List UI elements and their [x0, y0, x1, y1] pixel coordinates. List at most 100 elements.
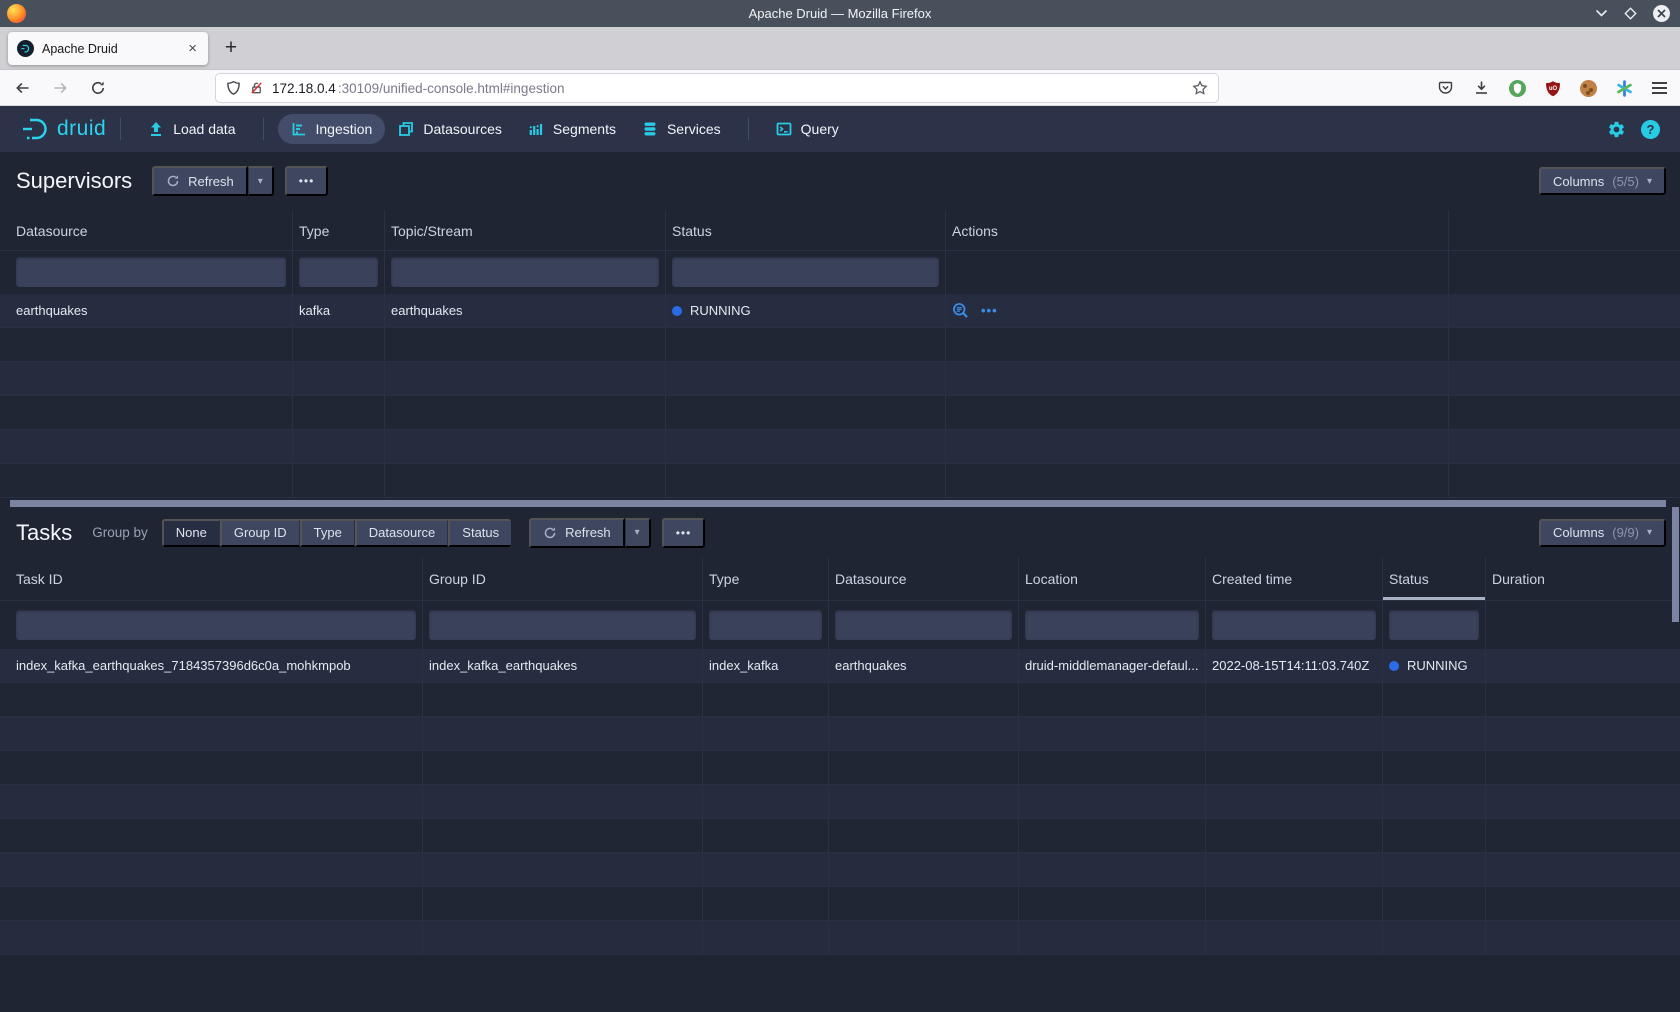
column-header-task-id[interactable]: Task ID	[10, 558, 423, 600]
tracking-shield-icon[interactable]	[226, 80, 241, 96]
group-by-none-button[interactable]: None	[162, 519, 220, 547]
nav-divider	[120, 118, 121, 140]
ublock-icon[interactable]: uO	[1545, 80, 1561, 97]
status-filter-input[interactable]	[672, 257, 939, 287]
column-header-duration[interactable]: Duration	[1486, 558, 1680, 600]
column-header-location[interactable]: Location	[1019, 558, 1206, 600]
empty-cell	[10, 785, 423, 818]
empty-cell	[385, 464, 666, 497]
type-filter-input[interactable]	[299, 257, 378, 287]
empty-cell	[1383, 887, 1486, 920]
empty-cell	[385, 396, 666, 429]
column-header-actions[interactable]: Actions	[946, 210, 1449, 250]
tasks-columns-button[interactable]: Columns (9/9) ▾	[1539, 519, 1666, 547]
vertical-scrollbar[interactable]	[1672, 507, 1679, 622]
supervisor-type: kafka	[293, 294, 385, 327]
minimize-icon[interactable]	[1595, 9, 1608, 18]
query-console-icon	[776, 121, 792, 137]
downloads-icon[interactable]	[1473, 80, 1490, 96]
column-header-datasource[interactable]: Datasource	[10, 210, 293, 250]
browser-tab-apache-druid[interactable]: Apache Druid ×	[8, 32, 208, 65]
empty-cell	[829, 853, 1019, 886]
group-id-filter-input[interactable]	[429, 610, 696, 640]
tasks-filter-row	[0, 601, 1680, 649]
insecure-lock-icon[interactable]	[249, 80, 264, 96]
group-by-group-id-button[interactable]: Group ID	[220, 519, 300, 547]
group-by-datasource-button[interactable]: Datasource	[355, 519, 448, 547]
empty-cell	[1486, 751, 1680, 784]
new-tab-button[interactable]: +	[216, 34, 246, 64]
cookie-icon[interactable]	[1580, 80, 1597, 97]
view-payload-magnifier-icon[interactable]	[952, 302, 969, 319]
column-header-status[interactable]: Status	[666, 210, 946, 250]
empty-cell	[1486, 785, 1680, 818]
refresh-label: Refresh	[565, 525, 611, 540]
nav-item-segments[interactable]: Segments	[515, 114, 629, 144]
bookmark-star-icon[interactable]	[1192, 80, 1208, 96]
datasource-filter-input[interactable]	[835, 610, 1012, 640]
close-circle-icon[interactable]	[1653, 5, 1670, 22]
url-bar[interactable]: 172.18.0.4:30109/unified-console.html#in…	[216, 74, 1218, 102]
gear-icon[interactable]	[1607, 120, 1626, 139]
task-id-filter-input[interactable]	[16, 610, 416, 640]
topic-stream-filter-input[interactable]	[391, 257, 659, 287]
empty-cell	[1206, 853, 1383, 886]
empty-cell	[703, 717, 829, 750]
column-header-type[interactable]: Type	[703, 558, 829, 600]
nav-item-datasources[interactable]: Datasources	[385, 114, 515, 144]
empty-cell	[423, 887, 703, 920]
nav-item-label: Segments	[553, 121, 616, 137]
tasks-more-button[interactable]: •••	[662, 518, 706, 548]
nav-item-load-data[interactable]: Load data	[135, 114, 248, 144]
tab-close-icon[interactable]: ×	[186, 40, 199, 57]
column-header-status-sorted[interactable]: Status	[1383, 558, 1486, 600]
nav-item-label: Load data	[173, 121, 235, 137]
task-row[interactable]: index_kafka_earthquakes_7184357396d6c0a_…	[0, 649, 1680, 683]
empty-cell	[666, 464, 946, 497]
empty-cell	[829, 921, 1019, 954]
back-icon[interactable]	[14, 80, 31, 96]
supervisors-more-button[interactable]: •••	[285, 166, 329, 196]
nav-item-services[interactable]: Services	[629, 114, 734, 144]
refresh-button[interactable]: Refresh	[529, 518, 625, 548]
created-time-filter-input[interactable]	[1212, 610, 1376, 640]
group-by-type-button[interactable]: Type	[300, 519, 355, 547]
refresh-button[interactable]: Refresh	[152, 166, 248, 196]
datasource-filter-input[interactable]	[16, 257, 286, 287]
column-header-datasource[interactable]: Datasource	[829, 558, 1019, 600]
status-filter-input[interactable]	[1389, 610, 1479, 640]
extension-icon[interactable]	[1509, 80, 1526, 97]
maximize-diamond-icon[interactable]	[1624, 7, 1637, 20]
help-icon[interactable]: ?	[1641, 120, 1660, 139]
forward-icon[interactable]	[52, 80, 69, 96]
group-by-status-button[interactable]: Status	[448, 519, 511, 547]
druid-logo[interactable]: druid	[20, 116, 106, 142]
filler-cell	[1449, 251, 1680, 294]
horizontal-scrollbar[interactable]	[10, 500, 1666, 507]
menu-icon[interactable]	[1652, 82, 1667, 94]
window-title: Apache Druid — Mozilla Firefox	[0, 0, 1680, 27]
empty-cell	[293, 328, 385, 361]
refresh-dropdown-button[interactable]: ▾	[625, 518, 651, 548]
refresh-dropdown-button[interactable]: ▾	[248, 166, 274, 196]
supervisor-row[interactable]: earthquakes kafka earthquakes RUNNING ••…	[0, 294, 1680, 328]
column-header-group-id[interactable]: Group ID	[423, 558, 703, 600]
column-header-topic-stream[interactable]: Topic/Stream	[385, 210, 666, 250]
pocket-icon[interactable]	[1437, 80, 1454, 96]
nav-item-ingestion[interactable]: Ingestion	[278, 114, 386, 144]
location-filter-input[interactable]	[1025, 610, 1199, 640]
column-header-created-time[interactable]: Created time	[1206, 558, 1383, 600]
containers-asterisk-icon[interactable]	[1616, 80, 1633, 97]
empty-cell	[1486, 683, 1680, 716]
more-actions-icon[interactable]: •••	[981, 294, 998, 327]
column-header-filler	[1449, 210, 1680, 250]
reload-icon[interactable]	[90, 80, 106, 96]
supervisors-columns-button[interactable]: Columns (5/5) ▾	[1539, 167, 1666, 195]
tasks-refresh-group: Refresh ▾	[529, 518, 651, 548]
nav-item-query[interactable]: Query	[763, 114, 852, 144]
supervisors-refresh-group: Refresh ▾	[152, 166, 274, 196]
supervisor-datasource: earthquakes	[10, 294, 293, 327]
browser-nav-buttons	[14, 80, 106, 96]
column-header-type[interactable]: Type	[293, 210, 385, 250]
type-filter-input[interactable]	[709, 610, 822, 640]
